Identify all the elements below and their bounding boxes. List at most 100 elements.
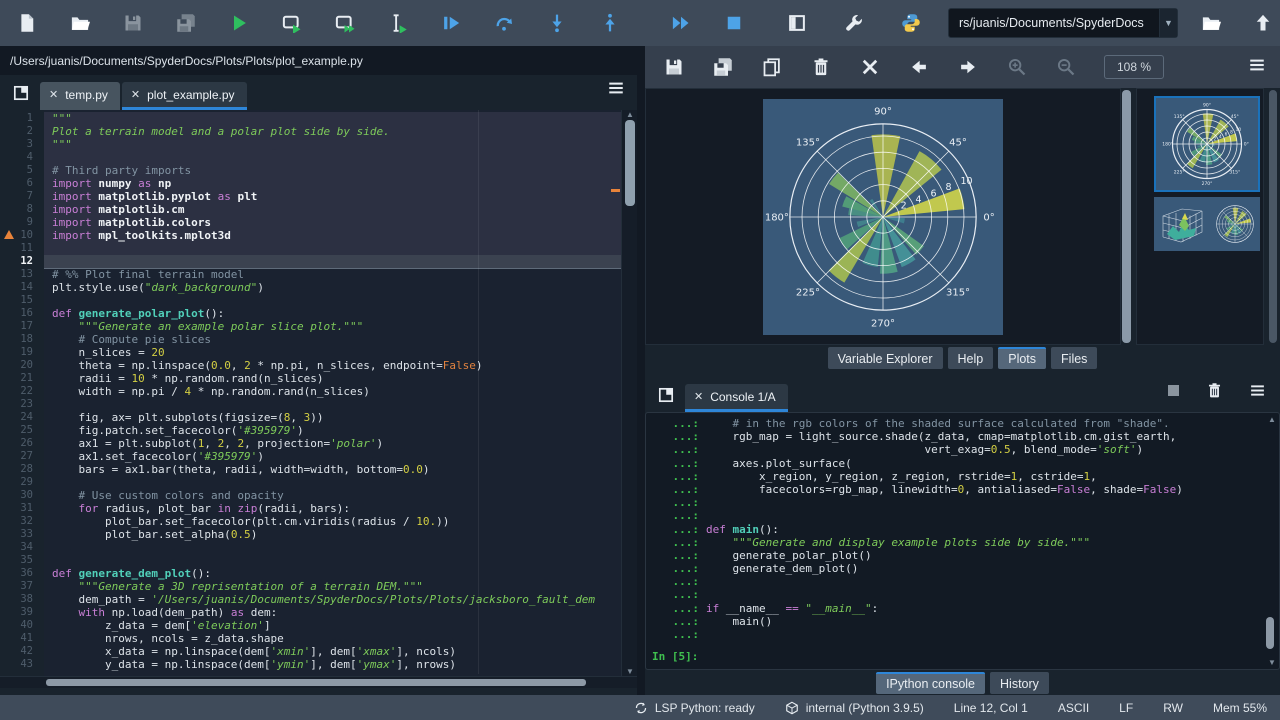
step-over-button[interactable] bbox=[493, 12, 515, 34]
plot-zoom-out-button[interactable] bbox=[1055, 56, 1077, 78]
new-window-icon[interactable] bbox=[12, 84, 32, 104]
plot-view-scrollbar[interactable] bbox=[1121, 88, 1132, 345]
editor-vertical-scrollbar[interactable]: ▲ ▼ bbox=[621, 110, 637, 676]
save-button[interactable] bbox=[122, 12, 144, 34]
plot-save-button[interactable] bbox=[663, 56, 685, 78]
package-icon bbox=[785, 701, 799, 715]
editor-line: x_data = np.linspace(dem['xmin'], dem['x… bbox=[44, 645, 621, 658]
status-label: LF bbox=[1119, 701, 1133, 715]
plot-view[interactable]: 0°45°90°135°180°225°270°315°246810 bbox=[645, 88, 1121, 345]
parent-dir-button[interactable] bbox=[1252, 12, 1274, 34]
editor-line bbox=[44, 294, 621, 307]
editor-code-area[interactable]: """Plot a terrain model and a polar plot… bbox=[44, 110, 621, 676]
plot-close-all-button[interactable] bbox=[859, 56, 881, 78]
code-editor[interactable]: 1234567891011121314151617181920212223242… bbox=[0, 110, 637, 688]
new-file-button[interactable] bbox=[16, 12, 38, 34]
continue-button[interactable] bbox=[670, 12, 692, 34]
line-number: 6 bbox=[0, 177, 44, 190]
run-selection-button[interactable] bbox=[387, 12, 409, 34]
console-output[interactable]: ...: # in the rgb colors of the shaded s… bbox=[645, 412, 1280, 670]
editor-line: # %% Plot final terrain model bbox=[44, 268, 621, 281]
status-lsp-python-ready[interactable]: LSP Python: ready bbox=[634, 701, 755, 715]
editor-line: ax1 = plt.subplot(1, 2, 2, projection='p… bbox=[44, 437, 621, 450]
panel-splitter[interactable] bbox=[637, 46, 645, 695]
maximize-pane-button[interactable] bbox=[786, 12, 808, 34]
editor-line: plot_bar.set_alpha(0.5) bbox=[44, 528, 621, 541]
plot-thumbnail-selected[interactable]: 0°45°90°135°180°225°270°315°246810 bbox=[1154, 96, 1260, 192]
line-number: 25 bbox=[0, 424, 44, 437]
editor-line: # Third party imports bbox=[44, 164, 621, 177]
line-number: 24 bbox=[0, 411, 44, 424]
python-env-button[interactable] bbox=[900, 12, 922, 34]
step-return-button[interactable] bbox=[599, 12, 621, 34]
editor-warning-flag bbox=[611, 189, 620, 192]
tab-label: temp.py bbox=[65, 88, 108, 102]
chevron-down-icon[interactable]: ▼ bbox=[1159, 9, 1177, 37]
line-number: 18 bbox=[0, 333, 44, 346]
run-cell-advance-button[interactable] bbox=[334, 12, 356, 34]
run-cell-button[interactable] bbox=[281, 12, 303, 34]
preferences-button[interactable] bbox=[843, 12, 865, 34]
open-file-button[interactable] bbox=[69, 12, 91, 34]
close-icon[interactable]: ✕ bbox=[49, 88, 58, 101]
line-number: 9 bbox=[0, 216, 44, 229]
plot-remove-button[interactable] bbox=[810, 56, 832, 78]
svg-text:8: 8 bbox=[945, 182, 951, 193]
svg-text:270°: 270° bbox=[1202, 181, 1213, 187]
console-trash-icon[interactable] bbox=[1206, 382, 1223, 404]
svg-text:4: 4 bbox=[916, 194, 922, 205]
status-label: Mem 55% bbox=[1213, 701, 1267, 715]
editor-tab-temp-py[interactable]: ✕ temp.py bbox=[40, 82, 120, 110]
svg-text:135°: 135° bbox=[796, 137, 820, 148]
step-into-button[interactable] bbox=[546, 12, 568, 34]
close-icon[interactable]: ✕ bbox=[131, 88, 140, 101]
save-all-button[interactable] bbox=[175, 12, 197, 34]
pane-tab-files[interactable]: Files bbox=[1051, 347, 1097, 369]
plot-zoom-level[interactable]: 108 % bbox=[1104, 55, 1164, 79]
plot-previous-button[interactable] bbox=[908, 56, 930, 78]
debug-file-button[interactable] bbox=[440, 12, 462, 34]
status-internal-python-3-9-5-[interactable]: internal (Python 3.9.5) bbox=[785, 701, 924, 715]
plots-options-menu-icon[interactable] bbox=[1248, 56, 1266, 79]
plot-thumbnail-2[interactable] bbox=[1154, 197, 1260, 251]
editor-horizontal-scrollbar[interactable] bbox=[0, 676, 637, 688]
interrupt-kernel-icon[interactable] bbox=[1167, 384, 1180, 402]
status-mem-55-[interactable]: Mem 55% bbox=[1213, 701, 1267, 715]
status-line-12-col-1[interactable]: Line 12, Col 1 bbox=[954, 701, 1028, 715]
plot-save-all-button[interactable] bbox=[712, 56, 734, 78]
pane-tab-help[interactable]: Help bbox=[948, 347, 994, 369]
plot-copy-button[interactable] bbox=[761, 56, 783, 78]
console-line: ...: rgb_map = light_source.shade(z_data… bbox=[649, 430, 1277, 443]
console-strip-tab-history[interactable]: History bbox=[990, 672, 1049, 694]
status-rw[interactable]: RW bbox=[1163, 701, 1183, 715]
console-input-prompt[interactable]: In [5]: bbox=[649, 650, 1277, 663]
console-strip-tab-ipython-console[interactable]: IPython console bbox=[876, 672, 985, 694]
line-number: 12 bbox=[0, 255, 44, 268]
status-label: Line 12, Col 1 bbox=[954, 701, 1028, 715]
editor-tab-plot-example-py[interactable]: ✕plot_example.py bbox=[122, 82, 247, 110]
plot-next-button[interactable] bbox=[957, 56, 979, 78]
browse-workdir-button[interactable] bbox=[1200, 12, 1222, 34]
line-number: 27 bbox=[0, 450, 44, 463]
plot-zoom-in-button[interactable] bbox=[1006, 56, 1028, 78]
console-tab-console-1-a[interactable]: ✕Console 1/A bbox=[685, 384, 788, 412]
editor-options-menu-icon[interactable] bbox=[607, 79, 625, 102]
close-icon[interactable]: ✕ bbox=[694, 390, 703, 403]
run-file-button[interactable] bbox=[228, 12, 250, 34]
status-bar: LSP Python: ready internal (Python 3.9.5)… bbox=[0, 695, 1280, 720]
console-scrollbar[interactable]: ▲ ▼ bbox=[1264, 417, 1276, 665]
console-new-window-icon[interactable] bbox=[657, 386, 677, 406]
line-number: 29 bbox=[0, 476, 44, 489]
svg-text:2: 2 bbox=[901, 200, 907, 211]
status-ascii[interactable]: ASCII bbox=[1058, 701, 1089, 715]
working-directory-combobox[interactable]: rs/juanis/Documents/SpyderDocs▼ bbox=[948, 8, 1178, 38]
stop-debug-button[interactable] bbox=[723, 12, 745, 34]
line-number: 7 bbox=[0, 190, 44, 203]
editor-line: # Use custom colors and opacity bbox=[44, 489, 621, 502]
svg-text:180°: 180° bbox=[1162, 142, 1173, 148]
console-options-menu-icon[interactable] bbox=[1249, 382, 1266, 404]
pane-tab-variable-explorer[interactable]: Variable Explorer bbox=[828, 347, 943, 369]
status-lf[interactable]: LF bbox=[1119, 701, 1133, 715]
pane-tab-plots[interactable]: Plots bbox=[998, 347, 1046, 369]
thumbnails-scrollbar[interactable] bbox=[1268, 88, 1278, 345]
